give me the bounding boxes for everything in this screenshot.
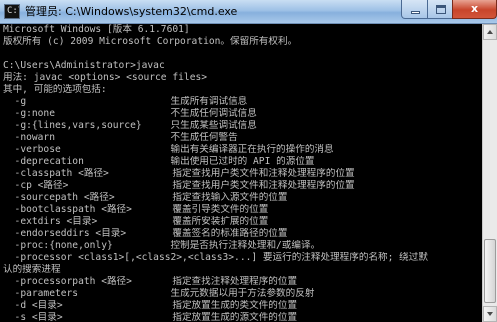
console-line: -processorpath <路径> 指定查找注释处理程序的位置	[3, 276, 298, 287]
console-line: -deprecation 输出使用已过时的 API 的源位置	[3, 156, 315, 167]
minimize-button[interactable]	[401, 0, 428, 19]
console-line: -cp <路径> 指定查找用户类文件和注释处理程序的位置	[3, 180, 355, 191]
console-line: -g:none 不生成任何调试信息	[3, 108, 257, 119]
console-line: Microsoft Windows [版本 6.1.7601]	[3, 24, 190, 35]
console-line: -bootclasspath <路径> 覆盖引导类文件的位置	[3, 204, 269, 215]
console-line: -d <目录> 指定放置生成的类文件的位置	[3, 300, 298, 311]
cmd-window: C:\ 管理员: C:\Windows\system32\cmd.exe x M…	[0, 0, 497, 322]
console-line: 其中, 可能的选项包括:	[3, 84, 107, 95]
minimize-icon	[411, 11, 420, 14]
console-line: 用法: javac <options> <source files>	[3, 72, 208, 83]
scroll-thumb[interactable]	[484, 239, 496, 303]
console-line: -parameters 生成元数据以用于方法参数的反射	[3, 288, 315, 299]
console-line: -proc:{none,only} 控制是否执行注释处理和/或编译。	[3, 240, 321, 251]
console-line: 版权所有 (c) 2009 Microsoft Corporation。保留所有…	[3, 36, 298, 47]
console-line: 认的搜索进程	[3, 264, 61, 275]
console-line: -processor <class1>[,<class2>,<class3>..…	[3, 252, 428, 263]
console-line: -nowarn 不生成任何警告	[3, 132, 238, 143]
console-line: -g:{lines,vars,source} 只生成某些调试信息	[3, 120, 257, 131]
vertical-scrollbar[interactable]	[482, 24, 497, 322]
cmd-icon[interactable]: C:\	[4, 4, 20, 19]
console-output[interactable]: Microsoft Windows [版本 6.1.7601] 版权所有 (c) …	[0, 24, 482, 322]
close-icon: x	[470, 2, 479, 15]
maximize-icon	[436, 5, 446, 14]
title-bar[interactable]: C:\ 管理员: C:\Windows\system32\cmd.exe x	[0, 0, 497, 24]
console-line: -verbose 输出有关编译器正在执行的操作的消息	[3, 144, 334, 155]
close-button[interactable]: x	[452, 0, 497, 19]
scroll-up-arrow-icon	[487, 30, 493, 34]
console-line: C:\Users\Administrator>javac	[3, 60, 165, 71]
maximize-button[interactable]	[427, 0, 453, 19]
console-line: -extdirs <目录> 覆盖所安装扩展的位置	[3, 216, 269, 227]
scroll-down-arrow-icon	[487, 312, 493, 316]
scroll-up-button[interactable]	[483, 24, 497, 40]
console-line: -endorseddirs <目录> 覆盖签名的标准路径的位置	[3, 228, 288, 239]
scroll-down-button[interactable]	[483, 306, 497, 322]
console-line: -classpath <路径> 指定查找用户类文件和注释处理程序的位置	[3, 168, 355, 179]
console-line: -g 生成所有调试信息	[3, 96, 248, 107]
console-line: -sourcepath <路径> 指定查找输入源文件的位置	[3, 192, 288, 203]
console-line: -s <目录> 指定放置生成的源文件的位置	[3, 312, 298, 322]
window-title: 管理员: C:\Windows\system32\cmd.exe	[25, 5, 238, 18]
